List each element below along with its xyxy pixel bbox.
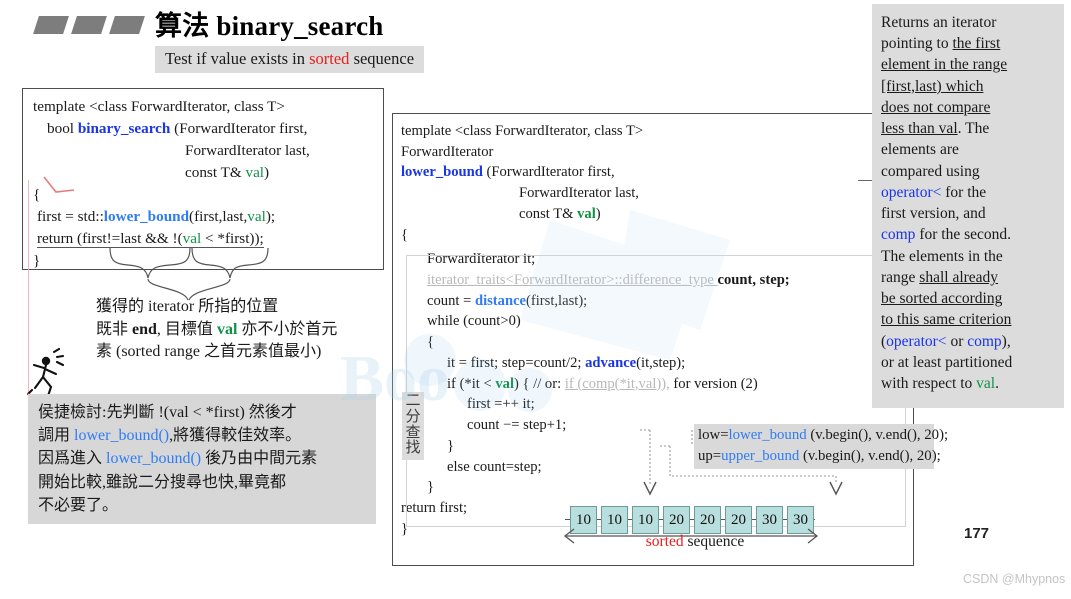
code-line: {: [427, 334, 435, 351]
distance-fn: distance: [474, 292, 527, 309]
code-line: const T& val): [519, 205, 601, 222]
callout-line: 調用 lower_bound(),將獲得較佳效率。: [38, 427, 302, 445]
desc-line: or at least partitioned: [881, 353, 1013, 371]
description-leader-line: [858, 180, 872, 181]
desc-line: element in the range: [881, 56, 1008, 74]
desc-line: operator< for the: [881, 183, 987, 201]
code-line: ForwardIterator it;: [427, 251, 536, 268]
iterator-note: 獲得的 iterator 所指的位置 既非 end, 目標值 val 亦不小於首…: [96, 296, 396, 364]
code-line: count = distance(first,last);: [427, 292, 588, 309]
desc-line: elements are: [881, 141, 959, 159]
sequence-caption: sorted sequence: [645, 533, 745, 550]
code-line: first = std::lower_bound(first,last,val)…: [37, 208, 276, 226]
desc-line: first version, and: [881, 205, 986, 223]
vertical-char: 分: [405, 408, 421, 425]
lower-bound-fn: lower_bound: [103, 208, 190, 226]
decorative-squares: [33, 16, 156, 36]
callout-line: 不必要了。: [38, 496, 119, 514]
code-line: lower_bound (ForwardIterator first,: [401, 164, 615, 181]
binary-search-fn: binary_search: [77, 120, 171, 138]
slide: 算法 binary_search Test if value exists in…: [0, 0, 1071, 599]
subtitle-emphasis: sorted: [309, 49, 350, 68]
code-line: return (first!=last && !(val < *first));: [37, 230, 264, 249]
page-title: 算法 binary_search: [155, 4, 383, 43]
note-line: 獲得的 iterator 所指的位置: [96, 298, 279, 315]
desc-line: be sorted according: [881, 290, 1003, 308]
desc-line: does not compare: [881, 98, 991, 116]
callout-line: 侯捷檢討:先判斷 !(val < *first) 然後才: [38, 404, 297, 421]
note-line: 既非 end, 目標值 val 亦不小於首元: [96, 320, 338, 338]
code-line: ForwardIterator last,: [519, 185, 639, 202]
page-title-code: binary_search: [216, 11, 384, 41]
code-line: bool binary_search (ForwardIterator firs…: [47, 120, 308, 138]
vertical-char: 二: [405, 393, 421, 409]
deco-square-1: [33, 16, 69, 34]
callout-line: 因爲進入 lower_bound() 後乃由中間元素: [38, 450, 318, 468]
callout-line: 開始比較,雖說二分搜尋也快,畢竟都: [38, 473, 287, 491]
desc-line: pointing to the first: [881, 35, 1001, 53]
code-line: it = first; step=count/2; advance(it,ste…: [447, 354, 686, 371]
lower-bound-description: Returns an iterator pointing to the firs…: [872, 4, 1064, 408]
page-title-cn: 算法: [155, 11, 210, 41]
desc-line: The elements in the: [881, 247, 1003, 265]
subtitle-post: sequence: [349, 49, 415, 68]
code-line: template <class ForwardIterator, class T…: [33, 98, 285, 115]
low-line: low=lower_bound (v.begin(), v.end(), 20)…: [698, 427, 949, 443]
code-line: while (count>0): [427, 313, 521, 330]
lower-bound-fn: lower_bound: [401, 164, 483, 181]
author-comment-callout: 侯捷檢討:先判斷 !(val < *first) 然後才 調用 lower_bo…: [28, 394, 376, 524]
code-line: {: [33, 186, 41, 204]
vertical-char: 找: [405, 440, 421, 457]
deco-square-2: [71, 16, 107, 34]
code-line: const T& val): [185, 164, 270, 182]
desc-line: compared using: [881, 162, 980, 180]
advance-fn: advance: [585, 354, 637, 371]
subtitle-pre: Test if value exists in: [165, 49, 310, 68]
note-line: 素 (sorted range 之首元素值最小): [96, 343, 322, 361]
desc-line: to this same criterion: [881, 311, 1012, 329]
desc-line: Returns an iterator: [881, 14, 997, 31]
low-up-annotation: low=lower_bound (v.begin(), v.end(), 20)…: [694, 424, 949, 469]
binary-search-code-box: template <class ForwardIterator, class T…: [22, 88, 384, 270]
subtitle-banner: Test if value exists in sorted sequence: [155, 46, 425, 73]
page-number: 177: [964, 525, 990, 542]
code-line: template <class ForwardIterator, class T…: [401, 123, 644, 139]
code-line: ForwardIterator last,: [185, 142, 310, 160]
code-line: ForwardIterator: [401, 143, 494, 160]
code-line: first =++ it;: [467, 396, 535, 413]
code-line: iterator_traits<ForwardIterator>::differ…: [427, 272, 790, 289]
desc-line: [first,last) which: [881, 77, 984, 95]
desc-line: with respect to val.: [881, 374, 999, 392]
desc-line: comp for the second.: [881, 226, 1011, 244]
binary-search-vertical-label: 二 分 查 找: [402, 392, 424, 460]
desc-line: less than val. The: [881, 120, 990, 138]
up-line: up=upper_bound (v.begin(), v.end(), 20);: [698, 448, 941, 464]
csdn-watermark: CSDN @Mhypnos: [963, 572, 1066, 586]
deco-square-3: [109, 16, 145, 34]
code-line: if (*it < val) { // or: if (comp(*it,val…: [447, 375, 758, 392]
desc-line: range shall already: [881, 268, 999, 286]
vertical-char: 查: [405, 424, 421, 441]
desc-line: (operator< or comp),: [881, 332, 1011, 350]
code-line: {: [401, 226, 409, 243]
